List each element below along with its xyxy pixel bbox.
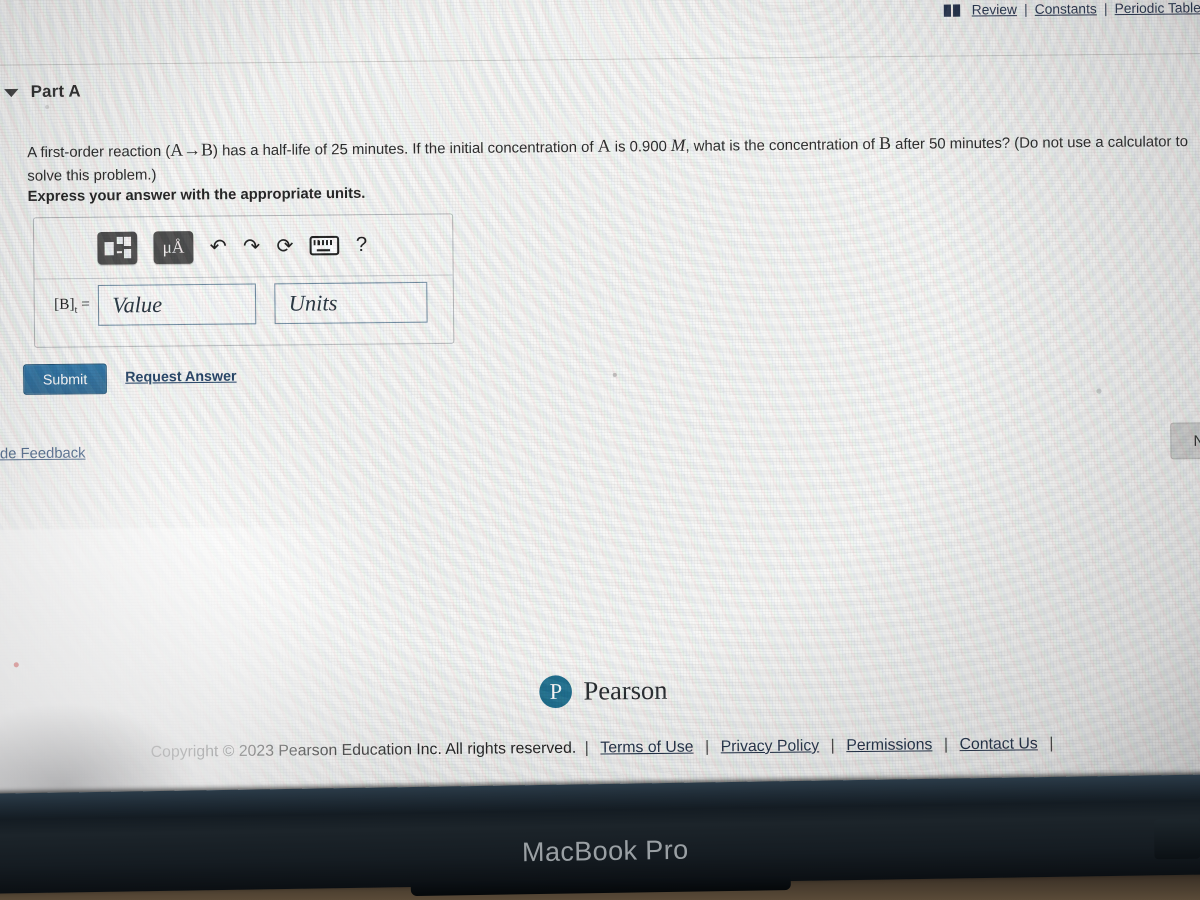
request-answer-link[interactable]: Request Answer (125, 367, 237, 384)
dust-speck-3 (1096, 388, 1102, 394)
micro-angstrom-icon: μÅ (162, 237, 185, 257)
footer-legal: Copyright © 2023 Pearson Education Inc. … (0, 733, 1200, 763)
answer-widget: μÅ ↶ ↷ ⟳ ? [B]t = Value Units (32, 213, 455, 348)
constants-link[interactable]: Constants (1035, 1, 1097, 17)
undo-icon[interactable]: ↶ (210, 235, 227, 258)
header-divider (0, 53, 1200, 66)
unit-molar: M (670, 135, 686, 156)
laptop-screen: Review | Constants | Periodic Table Part… (0, 0, 1200, 816)
device-model-label: MacBook Pro (521, 834, 689, 868)
bezel-hinge-detail (1153, 818, 1200, 860)
pearson-logo: P Pearson (0, 669, 1200, 713)
question-text: A first-order reaction (A→B) has a half-… (27, 128, 1200, 188)
contact-us-link[interactable]: Contact Us (959, 735, 1037, 753)
units-button[interactable]: μÅ (153, 230, 194, 264)
reaction-arrow-icon: → (183, 139, 202, 160)
variable-subscript: t (74, 304, 78, 316)
reactant-a: A (170, 139, 184, 160)
periodic-table-link[interactable]: Periodic Table (1115, 0, 1200, 16)
pearson-wordmark: Pearson (583, 675, 668, 706)
help-icon[interactable]: ? (356, 233, 368, 257)
footer-bar-5: | (1049, 734, 1054, 753)
redo-icon[interactable]: ↷ (243, 235, 260, 258)
page-title: Part A (30, 82, 81, 102)
terms-of-use-link[interactable]: Terms of Use (600, 738, 693, 756)
dust-speck-2 (612, 372, 617, 377)
footer-bar-4: | (943, 735, 949, 754)
variable-name: [B] (54, 295, 75, 313)
permissions-link[interactable]: Permissions (846, 736, 932, 754)
book-icon (944, 3, 961, 17)
units-placeholder: Units (288, 289, 338, 316)
question-segment-4: , what is the concentration of (685, 136, 880, 155)
math-template-button[interactable] (97, 231, 138, 265)
dust-speck-1 (13, 662, 19, 668)
variable-label: [B]t = (35, 296, 98, 316)
footer-bar-1: | (584, 739, 589, 757)
screen-glare-secondary (0, 525, 464, 816)
math-template-icon (104, 236, 131, 259)
keyboard-icon[interactable] (309, 235, 340, 256)
footer-bar-2: | (704, 738, 710, 756)
submit-button[interactable]: Submit (23, 363, 108, 395)
reset-icon[interactable]: ⟳ (276, 235, 293, 258)
species-b: B (878, 132, 892, 154)
browser-page: Review | Constants | Periodic Table Part… (0, 0, 1200, 816)
privacy-policy-link[interactable]: Privacy Policy (721, 737, 820, 755)
value-placeholder: Value (112, 291, 163, 318)
footer-bar-3: | (830, 736, 835, 755)
part-header[interactable]: Part A (4, 82, 81, 102)
laptop-photo: Review | Constants | Periodic Table Part… (0, 0, 1200, 900)
answer-toolbar: μÅ ↶ ↷ ⟳ ? (33, 214, 453, 280)
units-input[interactable]: Units (274, 281, 428, 325)
link-separator-2: | (1103, 0, 1108, 17)
link-separator-1: | (1023, 1, 1028, 18)
question-segment-1: A first-order reaction ( (27, 143, 171, 162)
answer-instruction: Express your answer with the appropriate… (27, 185, 366, 206)
pearson-mark-icon: P (539, 675, 573, 709)
value-input[interactable]: Value (97, 283, 257, 326)
equals-sign: = (81, 295, 90, 313)
product-b: B (200, 139, 214, 160)
dust-speck-4 (45, 104, 50, 110)
provide-feedback-link[interactable]: ovide Feedback (0, 445, 86, 462)
next-button[interactable]: Nex (1170, 421, 1200, 460)
chevron-down-icon[interactable] (4, 88, 19, 97)
review-link[interactable]: Review (972, 2, 1017, 18)
copyright-text: Copyright © 2023 Pearson Education Inc. … (150, 739, 577, 761)
laptop-bezel: MacBook Pro (0, 774, 1200, 897)
species-a: A (597, 135, 611, 156)
question-segment-3: is 0.900 (610, 138, 672, 156)
question-segment-2: ) has a half-life of 25 minutes. If the … (212, 139, 598, 160)
top-resource-links: Review | Constants | Periodic Table (944, 0, 1200, 18)
answer-input-row: [B]t = Value Units (35, 281, 454, 327)
